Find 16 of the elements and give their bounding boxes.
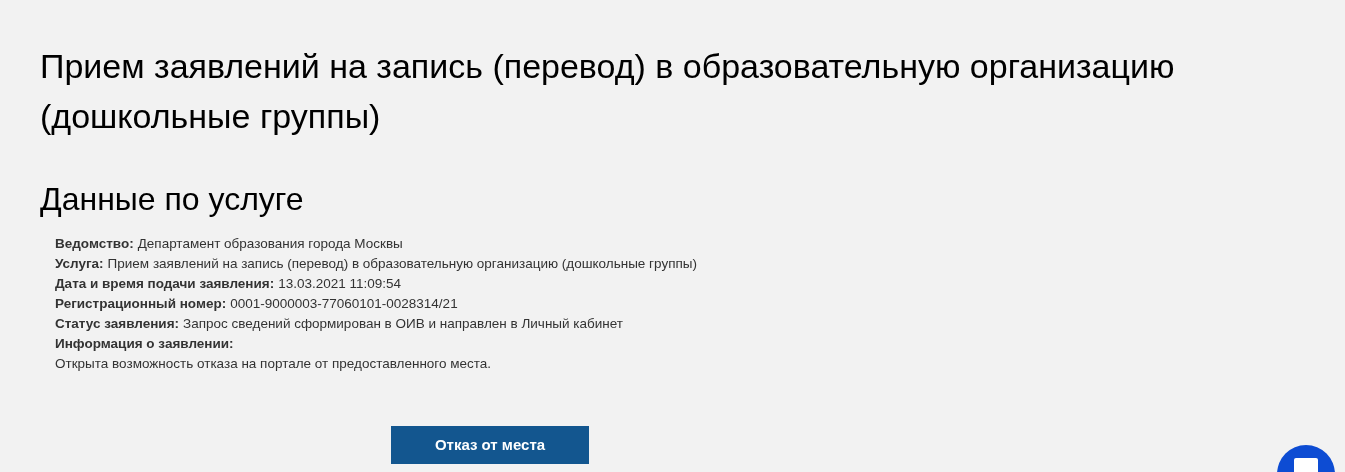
chat-icon [1294, 458, 1318, 472]
field-value: 0001-9000003-77060101-0028314/21 [230, 295, 458, 313]
section-title: Данные по услуге [40, 180, 305, 219]
field-label: Информация о заявлении: [55, 335, 235, 353]
field-value: Запрос сведений сформирован в ОИВ и направлен в Личный кабинет [183, 315, 624, 333]
page-title: Прием заявлений на запись (перевод) в образовательную организацию (дошкольные группы) [40, 46, 1176, 137]
field-value: Прием заявлений на запись (перевод) в образовательную организацию (дошкольные группы) [107, 255, 697, 273]
field-value: Департамент образования города Москвы [137, 235, 403, 253]
field-label: Ведомство: [55, 235, 134, 253]
field-value: Открыта возможность отказа на портале от предоставленного места. [55, 355, 493, 373]
field-label: Дата и время подачи заявления: [55, 275, 275, 293]
field-label: Статус заявления: [55, 315, 180, 333]
field-label: Регистрационный номер: [55, 295, 227, 313]
field-value: 13.03.2021 11:09:54 [278, 275, 402, 293]
field-label: Услуга: [55, 255, 104, 273]
decline-button[interactable]: Отказ от места [391, 426, 589, 464]
